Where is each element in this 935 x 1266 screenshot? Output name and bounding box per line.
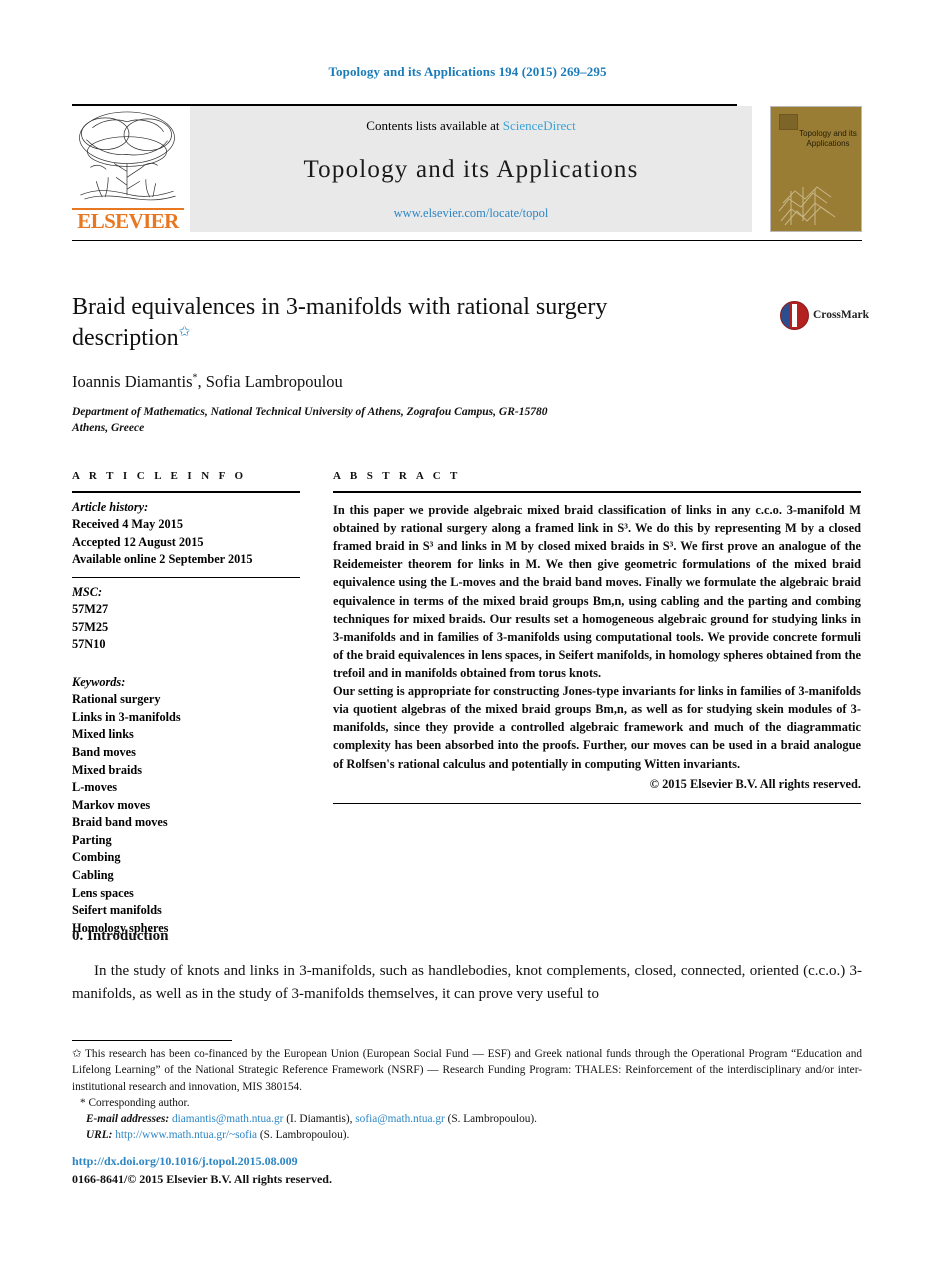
footnote-corresponding-marker: *	[80, 1096, 86, 1109]
history-accepted: Accepted 12 August 2015	[72, 534, 204, 549]
banner-bottom-rule	[72, 240, 862, 241]
author-2: , Sofia Lambropoulou	[197, 372, 343, 391]
keyword-3: Band moves	[72, 744, 136, 759]
introduction-paragraph: In the study of knots and links in 3-man…	[72, 963, 862, 1002]
journal-homepage-link[interactable]: www.elsevier.com/locate/topol	[394, 206, 549, 221]
url-label: URL:	[86, 1129, 113, 1142]
title-footnote-marker[interactable]: ✩	[179, 325, 191, 340]
keyword-6: Markov moves	[72, 797, 151, 812]
footnote-corresponding: * Corresponding author.	[72, 1095, 862, 1111]
footnote-funding-marker: ✩	[72, 1048, 82, 1060]
abstract-end-rule	[333, 802, 861, 804]
keyword-4: Mixed braids	[72, 762, 143, 777]
msc-code-0: 57M27	[72, 602, 109, 617]
abstract-paragraph-1: In this paper we provide algebraic mixed…	[333, 503, 861, 680]
email-link-1[interactable]: diamantis@math.ntua.gr	[172, 1113, 283, 1125]
footer-block: http://dx.doi.org/10.1016/j.topol.2015.0…	[72, 1152, 572, 1188]
keyword-8: Parting	[72, 832, 112, 847]
footnote-emails: E-mail addresses: diamantis@math.ntua.gr…	[72, 1111, 862, 1127]
msc-block: MSC: 57M27 57M25 57N10	[72, 578, 300, 654]
elsevier-tree-icon	[79, 111, 176, 201]
article-history-label: Article history:	[72, 500, 149, 514]
elsevier-logo: ELSEVIER	[72, 106, 184, 232]
email-label: E-mail addresses:	[86, 1113, 170, 1126]
keyword-9: Combing	[72, 850, 121, 865]
keyword-11: Lens spaces	[72, 885, 134, 900]
keywords-block: Keywords: Rational surgery Links in 3-ma…	[72, 668, 300, 938]
footnote-funding: ✩ This research has been co-financed by …	[72, 1046, 862, 1095]
footnote-block: ✩ This research has been co-financed by …	[72, 1046, 862, 1144]
msc-label: MSC:	[72, 584, 103, 599]
url-link[interactable]: http://www.math.ntua.gr/~sofia	[115, 1129, 257, 1141]
running-head: Topology and its Applications 194 (2015)…	[328, 64, 607, 79]
title-text: Braid equivalences in 3-manifolds with r…	[72, 294, 608, 351]
article-info-heading: A R T I C L E I N F O	[72, 470, 247, 482]
crossmark-badge[interactable]: CrossMark	[780, 292, 869, 338]
keyword-7: Braid band moves	[72, 815, 168, 830]
journal-cover-thumbnail[interactable]: Topology and its Applications	[770, 106, 862, 232]
affiliation-line-2: Athens, Greece	[72, 422, 145, 435]
issn-copyright: 0166-8641/© 2015 Elsevier B.V. All right…	[72, 1172, 332, 1186]
affiliation: Department of Mathematics, National Tech…	[72, 404, 792, 437]
email-owner-1: (I. Diamantis),	[286, 1113, 353, 1126]
introduction-body: In the study of knots and links in 3-man…	[72, 960, 862, 1005]
url-owner: (S. Lambropoulou).	[259, 1129, 350, 1142]
section-heading-introduction: 0. Introduction	[72, 928, 169, 944]
abstract-body: In this paper we provide algebraic mixed…	[333, 493, 861, 793]
keyword-0: Rational surgery	[72, 692, 161, 707]
keywords-label: Keywords:	[72, 674, 126, 689]
author-list: Ioannis Diamantis*, Sofia Lambropoulou	[72, 372, 772, 392]
article-info-column: A R T I C L E I N F O Article history: R…	[72, 470, 300, 937]
crossmark-label: CrossMark	[813, 309, 870, 321]
keyword-5: L-moves	[72, 780, 118, 795]
banner-center: Contents lists available at ScienceDirec…	[190, 106, 752, 232]
abstract-copyright: © 2015 Elsevier B.V. All rights reserved…	[649, 776, 861, 791]
author-1: Ioannis Diamantis	[72, 372, 193, 391]
footnote-rule	[72, 1040, 232, 1041]
keyword-1: Links in 3-manifolds	[72, 709, 181, 724]
sciencedirect-link[interactable]: ScienceDirect	[503, 118, 576, 133]
abstract-column: A B S T R A C T In this paper we provide…	[333, 470, 861, 804]
msc-code-1: 57M25	[72, 619, 109, 634]
paper-page: Topology and its Applications 194 (2015)…	[0, 0, 935, 1266]
abstract-heading: A B S T R A C T	[333, 470, 461, 482]
footnote-corresponding-text: Corresponding author.	[88, 1096, 190, 1109]
footnote-funding-text: This research has been co-financed by th…	[72, 1048, 862, 1093]
history-received: Received 4 May 2015	[72, 517, 183, 532]
article-history-block: Article history: Received 4 May 2015 Acc…	[72, 493, 300, 569]
affiliation-line-1: Department of Mathematics, National Tech…	[72, 406, 548, 418]
email-link-2[interactable]: sofia@math.ntua.gr	[355, 1113, 444, 1125]
crossmark-icon	[780, 300, 809, 330]
journal-banner: ELSEVIER Contents lists available at Sci…	[72, 104, 862, 241]
doi-link[interactable]: http://dx.doi.org/10.1016/j.topol.2015.0…	[72, 1152, 572, 1170]
history-available-online: Available online 2 September 2015	[72, 552, 253, 567]
keyword-12: Seifert manifolds	[72, 903, 162, 918]
email-owner-2: (S. Lambropoulou).	[447, 1113, 537, 1126]
contents-list-line: Contents lists available at ScienceDirec…	[366, 118, 575, 134]
keyword-2: Mixed links	[72, 727, 134, 742]
journal-title: Topology and its Applications	[303, 156, 639, 183]
msc-code-2: 57N10	[72, 637, 106, 652]
keyword-10: Cabling	[72, 867, 114, 882]
cover-title-text: Topology and its Applications	[799, 129, 857, 148]
abstract-paragraph-2: Our setting is appropriate for construct…	[333, 684, 861, 771]
page-title: Braid equivalences in 3-manifolds with r…	[72, 292, 712, 353]
footnote-url: URL: http://www.math.ntua.gr/~sofia (S. …	[72, 1127, 862, 1143]
elsevier-wordmark: ELSEVIER	[72, 208, 184, 232]
cover-knot-artwork-icon	[778, 186, 836, 226]
cover-elsevier-icon	[779, 114, 798, 130]
contents-prefix: Contents lists available at	[366, 118, 503, 133]
